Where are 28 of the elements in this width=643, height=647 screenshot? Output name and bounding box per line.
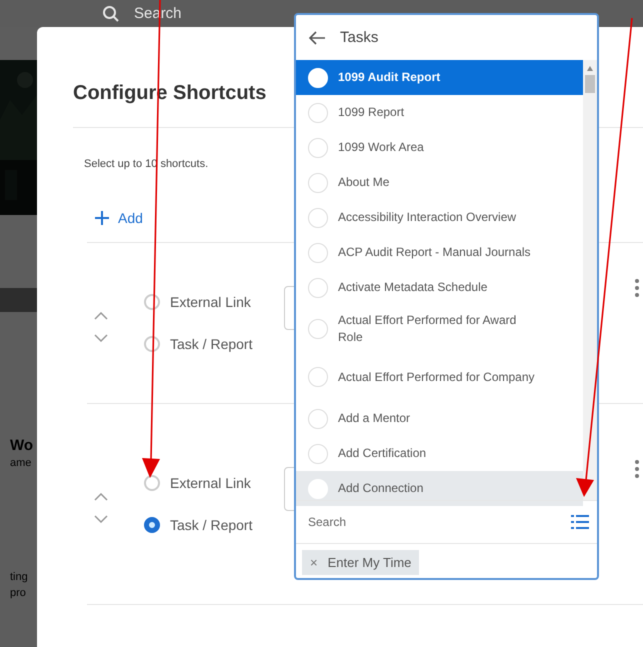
scroll-up-icon[interactable] <box>587 66 593 71</box>
task-option[interactable]: Add Connection <box>296 471 583 506</box>
list-icon[interactable] <box>571 515 589 529</box>
chevron-up-icon[interactable] <box>94 312 108 320</box>
chevron-down-icon[interactable] <box>94 515 108 523</box>
radio-option[interactable]: Task / Report <box>144 517 284 533</box>
background-text: Wo <box>10 437 34 455</box>
chevron-down-icon[interactable] <box>94 334 108 342</box>
drag-handle-icon[interactable] <box>634 278 640 298</box>
search-icon <box>102 4 120 22</box>
background-band <box>0 288 37 312</box>
dropdown-title: Tasks <box>340 29 378 46</box>
search-field[interactable]: Search <box>308 515 571 529</box>
radio-option[interactable]: External Link <box>144 475 284 491</box>
drag-handle-icon[interactable] <box>634 459 640 479</box>
background-text: ame <box>10 456 32 471</box>
task-option[interactable]: 1099 Audit Report <box>296 60 583 95</box>
selected-chip[interactable]: × Enter My Time <box>302 550 420 575</box>
radio-option[interactable]: Task / Report <box>144 336 284 352</box>
plus-icon <box>94 210 110 226</box>
background-text: pro <box>10 586 27 601</box>
background-text: ting <box>10 570 29 585</box>
scrollbar[interactable] <box>583 60 597 500</box>
chevron-up-icon[interactable] <box>94 493 108 501</box>
back-arrow-icon[interactable] <box>308 30 326 44</box>
add-button[interactable]: Add <box>87 210 143 226</box>
radio-option[interactable]: External Link <box>144 294 284 310</box>
scroll-thumb[interactable] <box>585 75 595 93</box>
